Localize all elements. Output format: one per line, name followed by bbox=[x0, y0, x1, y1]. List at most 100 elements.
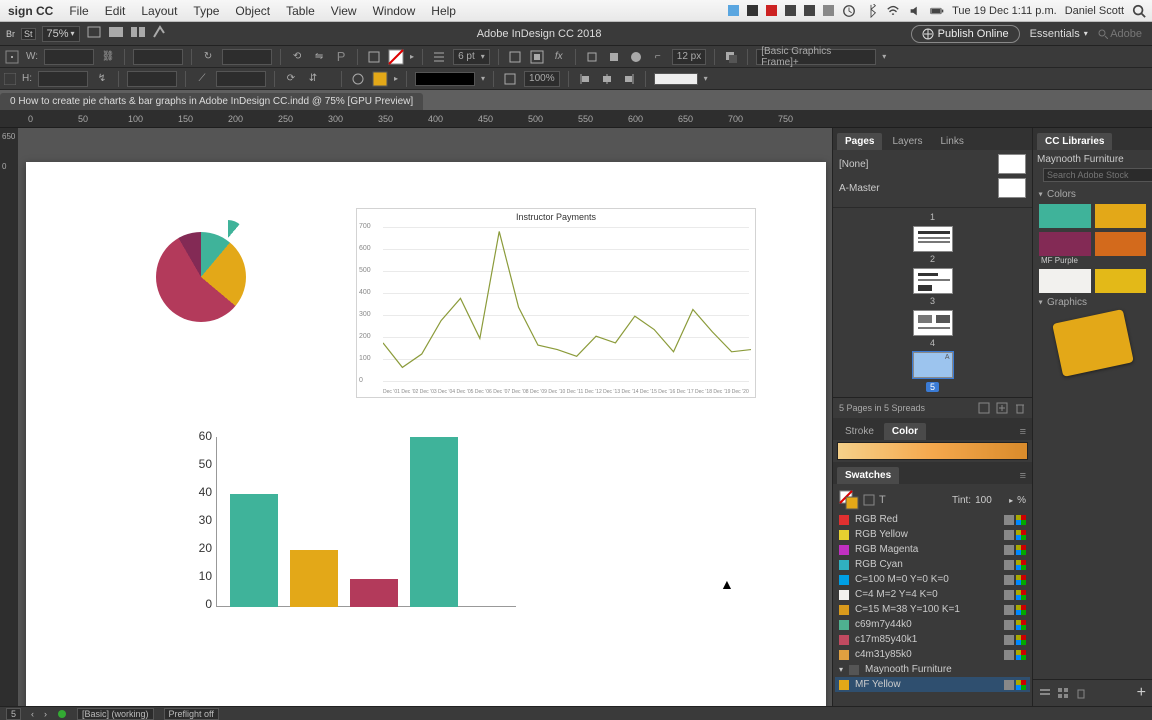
menu-layout[interactable]: Layout bbox=[133, 4, 185, 18]
tint-field[interactable]: 100 bbox=[975, 495, 1005, 506]
swatch-row[interactable]: C=100 M=0 Y=0 K=0 bbox=[835, 572, 1030, 587]
menu-help[interactable]: Help bbox=[423, 4, 464, 18]
tab-cc-libraries[interactable]: CC Libraries bbox=[1037, 133, 1112, 150]
page-thumb-5[interactable]: A bbox=[913, 352, 953, 378]
master-a[interactable]: A-Master bbox=[839, 183, 880, 194]
fill-swatch-icon[interactable] bbox=[388, 49, 404, 65]
stock-icon[interactable]: St bbox=[21, 28, 36, 40]
shear-field[interactable] bbox=[216, 71, 266, 87]
fit-content-icon[interactable] bbox=[529, 49, 545, 65]
bar[interactable] bbox=[410, 437, 458, 607]
cc-color-swatch[interactable] bbox=[1095, 269, 1147, 293]
master-none[interactable]: [None] bbox=[839, 159, 868, 170]
menu-type[interactable]: Type bbox=[185, 4, 227, 18]
select-content-icon[interactable] bbox=[350, 71, 366, 87]
zoom-level[interactable]: 75%▾ bbox=[42, 26, 80, 42]
tray-icon[interactable] bbox=[823, 5, 834, 16]
style-dropdown-icon[interactable]: ▾ bbox=[882, 52, 886, 61]
fill-dropdown-icon[interactable]: ▸ bbox=[410, 52, 414, 61]
bar-chart[interactable]: 60 50 40 30 20 10 0 bbox=[176, 437, 516, 617]
delete-page-icon[interactable] bbox=[1014, 402, 1026, 414]
workspace-selector[interactable]: Essentials▾ bbox=[1030, 28, 1088, 40]
corner-style-dropdown-icon[interactable]: ▾ bbox=[704, 74, 708, 83]
menu-user[interactable]: Daniel Scott bbox=[1065, 5, 1124, 17]
menu-object[interactable]: Object bbox=[227, 4, 278, 18]
cc-graphic-thumb[interactable] bbox=[1052, 309, 1134, 377]
cc-color-swatch[interactable] bbox=[1039, 204, 1091, 228]
scale-y-field[interactable] bbox=[127, 71, 177, 87]
battery-icon[interactable] bbox=[930, 4, 944, 18]
master-none-thumb[interactable] bbox=[998, 154, 1026, 174]
fx-icon[interactable]: fx bbox=[551, 49, 567, 65]
panel-menu-icon[interactable]: ≡ bbox=[1014, 424, 1032, 440]
tab-links[interactable]: Links bbox=[932, 133, 971, 150]
stroke-weight-icon[interactable] bbox=[431, 49, 447, 65]
corner-icon[interactable]: ⌐ bbox=[650, 49, 666, 65]
page-thumb-2[interactable] bbox=[913, 268, 953, 294]
width-field[interactable] bbox=[44, 49, 94, 65]
screen-mode-icon[interactable] bbox=[108, 25, 124, 42]
cc-list-view-icon[interactable] bbox=[1039, 687, 1051, 699]
fill-stroke-toggle-icon[interactable] bbox=[839, 490, 859, 510]
menu-view[interactable]: View bbox=[323, 4, 365, 18]
swatch-row[interactable]: c17m85y40k1 bbox=[835, 632, 1030, 647]
tab-layers[interactable]: Layers bbox=[884, 133, 930, 150]
stroke-style-dropdown-icon[interactable]: ▾ bbox=[481, 74, 485, 83]
corner-style-field[interactable] bbox=[654, 73, 698, 85]
new-page-icon[interactable] bbox=[996, 402, 1008, 414]
select-container-icon[interactable] bbox=[366, 49, 382, 65]
bluetooth-icon[interactable] bbox=[864, 4, 878, 18]
bridge-icon[interactable]: Br bbox=[6, 29, 15, 39]
color-spectrum[interactable] bbox=[837, 442, 1028, 460]
tray-icon[interactable] bbox=[728, 5, 739, 16]
stroke-weight-field[interactable]: 6 pt▾ bbox=[453, 49, 490, 65]
swatch-row[interactable]: c4m31y85k0 bbox=[835, 647, 1030, 662]
cc-color-swatch[interactable] bbox=[1095, 232, 1147, 256]
page-thumb-1[interactable] bbox=[913, 226, 953, 252]
cc-add-icon[interactable]: + bbox=[1137, 684, 1146, 702]
library-selector[interactable]: Maynooth Furniture bbox=[1037, 154, 1148, 165]
rotate-field[interactable] bbox=[222, 49, 272, 65]
wrap-shape-icon[interactable] bbox=[628, 49, 644, 65]
height-field[interactable] bbox=[38, 71, 88, 87]
menu-clock[interactable]: Tue 19 Dec 1:11 p.m. bbox=[952, 5, 1057, 17]
nav-prev-icon[interactable]: ‹ bbox=[31, 709, 34, 719]
menu-window[interactable]: Window bbox=[365, 4, 424, 18]
page-artboard[interactable]: Instructor Payments 700 600 500 400 300 … bbox=[26, 162, 826, 706]
menu-table[interactable]: Table bbox=[278, 4, 323, 18]
swatch-row[interactable]: RGB Cyan bbox=[835, 557, 1030, 572]
cc-color-swatch[interactable] bbox=[1039, 269, 1091, 293]
drop-shadow-icon[interactable] bbox=[723, 49, 739, 65]
flip-v-icon[interactable]: ⇵ bbox=[305, 71, 321, 87]
spotlight-icon[interactable] bbox=[1132, 4, 1146, 18]
time-machine-icon[interactable] bbox=[842, 4, 856, 18]
tint-stepper-icon[interactable]: ▸ bbox=[1009, 496, 1013, 505]
swatch-row[interactable]: C=15 M=38 Y=100 K=1 bbox=[835, 602, 1030, 617]
menu-file[interactable]: File bbox=[61, 4, 96, 18]
publish-online-button[interactable]: Publish Online bbox=[911, 25, 1020, 43]
cc-grid-view-icon[interactable] bbox=[1057, 687, 1069, 699]
volume-icon[interactable] bbox=[908, 4, 922, 18]
bar[interactable] bbox=[230, 494, 278, 607]
align-right-icon[interactable] bbox=[621, 71, 637, 87]
horizontal-ruler[interactable]: 0 50 100 150 200 250 300 350 400 450 500… bbox=[0, 110, 1152, 128]
menu-edit[interactable]: Edit bbox=[97, 4, 134, 18]
canvas[interactable]: 650 0 Instructor Payments 700 600 500 40… bbox=[0, 128, 832, 706]
swatch-row[interactable]: RGB Red bbox=[835, 512, 1030, 527]
cc-search-input[interactable] bbox=[1043, 168, 1152, 182]
stroke-style-field[interactable] bbox=[415, 72, 475, 86]
wrap-bounding-icon[interactable] bbox=[606, 49, 622, 65]
page-thumb-3[interactable] bbox=[913, 310, 953, 336]
panel-menu-icon[interactable]: ≡ bbox=[1014, 468, 1032, 484]
type-icon[interactable]: T bbox=[879, 494, 886, 506]
pie-chart[interactable] bbox=[156, 232, 246, 322]
opacity-icon[interactable] bbox=[502, 71, 518, 87]
constrain-icon[interactable]: ⛓ bbox=[100, 49, 116, 65]
profile-selector[interactable]: [Basic] (working) bbox=[77, 708, 154, 720]
auto-fit-icon[interactable] bbox=[507, 49, 523, 65]
rotate-90-ccw-icon[interactable]: ⟲ bbox=[289, 49, 305, 65]
line-chart[interactable]: Instructor Payments 700 600 500 400 300 … bbox=[356, 208, 756, 398]
swatch-row[interactable]: ▾Maynooth Furniture bbox=[835, 662, 1030, 677]
tab-swatches[interactable]: Swatches bbox=[837, 467, 899, 484]
view-options-icon[interactable] bbox=[86, 25, 102, 42]
